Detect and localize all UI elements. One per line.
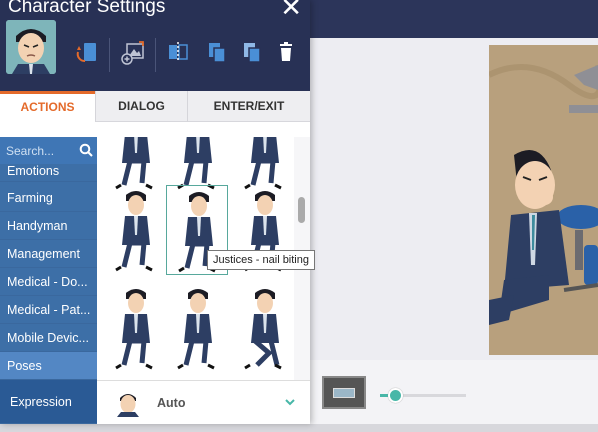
close-icon[interactable]: ✕ [280,0,302,20]
expression-face-icon [117,394,139,417]
category-sidebar: Search... Emotions Farming Handyman Mana… [0,137,97,424]
swap-character-icon[interactable] [75,40,99,64]
panel-title: Character Settings [8,0,166,17]
pose-tooltip: Justices - nail biting [207,250,315,270]
expression-value: Auto [157,396,186,410]
tab-dialog[interactable]: DIALOG [95,91,187,122]
search-input[interactable]: Search... [6,144,54,158]
sidebar-item-handyman[interactable]: Handyman [0,212,97,240]
sidebar-item-emotions[interactable]: Emotions [0,160,97,182]
character-avatar[interactable] [6,20,56,74]
expression-dropdown[interactable]: Auto [97,380,310,424]
tab-actions[interactable]: ACTIONS [0,91,95,122]
bottom-bar [0,424,598,432]
toolbar-divider [155,38,156,72]
sidebar-item-mobile-devices[interactable]: Mobile Devic... [0,324,97,352]
flip-icon[interactable] [166,40,190,64]
sidebar-item-poses[interactable]: Poses [0,352,97,380]
pose-thumbnail[interactable] [166,283,228,373]
expression-label: Expression [0,380,97,424]
sidebar-item-management[interactable]: Management [0,240,97,268]
chevron-down-icon[interactable] [283,395,297,409]
sidebar-item-medical-patient[interactable]: Medical - Pat... [0,296,97,324]
duplicate-icon[interactable] [205,40,229,64]
sidebar-item-medical-doctor[interactable]: Medical - Do... [0,268,97,296]
pose-thumbnail[interactable] [104,283,166,373]
pose-thumbnail[interactable] [233,283,294,373]
panel-header: Character Settings ✕ [0,0,310,91]
character-settings-panel: Character Settings ✕ ACTIONS DIALOG ENTE… [0,0,315,424]
scene-thumbnail[interactable] [322,376,366,409]
scene-preview[interactable] [489,45,598,355]
search-icon[interactable] [79,143,93,157]
toolbar-divider [109,38,110,72]
paste-icon[interactable] [240,40,264,64]
add-asset-icon[interactable] [119,40,144,65]
tab-enter-exit[interactable]: ENTER/EXIT [187,91,310,122]
pose-thumbnail[interactable] [104,185,166,275]
zoom-slider[interactable] [380,388,466,403]
trash-icon[interactable] [276,40,300,64]
tab-bar: ACTIONS DIALOG ENTER/EXIT [0,91,310,122]
scrollbar-thumb[interactable] [298,197,305,223]
sidebar-item-farming[interactable]: Farming [0,184,97,212]
